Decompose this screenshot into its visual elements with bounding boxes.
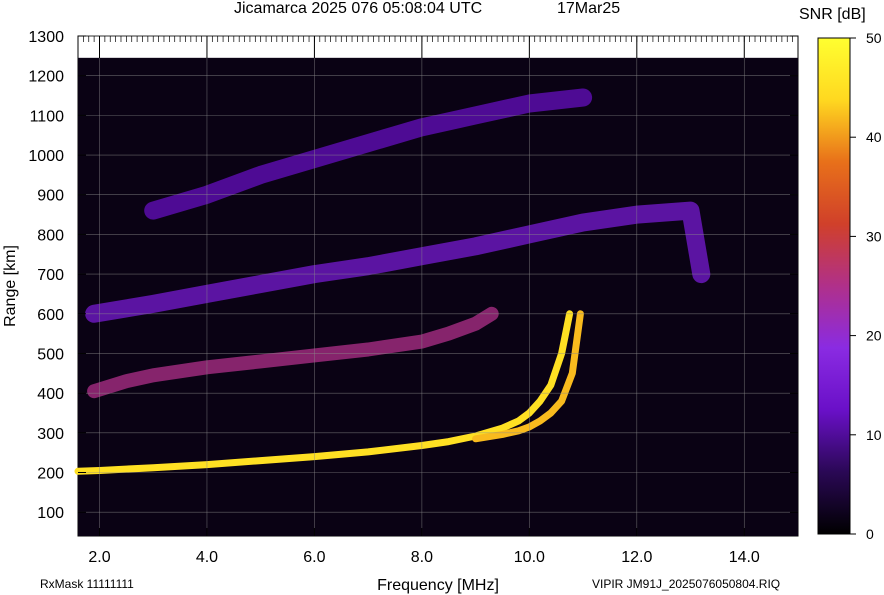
- y-tick-label: 100: [37, 505, 64, 522]
- ionogram-chart: 2.0 4.0 6.0 8.0 10.0 12.0 14.01002003004005006…: [2, 29, 882, 594]
- x-axis-label: Frequency [MHz]: [377, 577, 499, 594]
- chart-date: 17Mar25: [557, 0, 621, 17]
- y-tick-label: 200: [37, 466, 64, 483]
- colorbar-tick-label: 30: [866, 228, 882, 244]
- colorbar-title: SNR [dB]: [799, 6, 866, 23]
- colorbar-tick-label: 20: [866, 328, 882, 344]
- chart-title: Jicamarca 2025 076 05:08:04 UTC: [234, 0, 483, 17]
- x-tick-label: 10.0: [514, 549, 545, 566]
- y-tick-label: 400: [37, 386, 64, 403]
- x-tick-label: 2.0: [88, 549, 110, 566]
- y-axis-label: Range [km]: [2, 245, 19, 327]
- colorbar-tick-label: 40: [866, 129, 882, 145]
- colorbar-ticks: 0 10 20 30 40 50: [850, 30, 882, 542]
- x-tick-label: 6.0: [303, 549, 325, 566]
- y-tick-label: 700: [37, 267, 64, 284]
- y-tick-label: 1000: [28, 148, 64, 165]
- y-tick-label: 1200: [28, 69, 64, 86]
- colorbar: [817, 37, 851, 535]
- filename-label: VIPIR JM91J_2025076050804.RIQ: [592, 577, 781, 591]
- x-tick-label: 14.0: [729, 549, 760, 566]
- x-tick-label: 8.0: [411, 549, 433, 566]
- y-tick-label: 600: [37, 307, 64, 324]
- x-tick-label: 12.0: [621, 549, 652, 566]
- y-tick-label: 1300: [28, 29, 64, 46]
- x-tick-label: 4.0: [196, 549, 218, 566]
- y-tick-label: 300: [37, 426, 64, 443]
- colorbar-tick-label: 0: [866, 526, 874, 542]
- colorbar-tick-label: 10: [866, 427, 882, 443]
- colorbar-tick-label: 50: [866, 30, 882, 46]
- y-tick-label: 900: [37, 188, 64, 205]
- rxmask-label: RxMask 11111111: [40, 577, 134, 591]
- y-tick-label: 500: [37, 346, 64, 363]
- y-tick-label: 1100: [30, 108, 65, 125]
- y-tick-label: 800: [37, 227, 64, 244]
